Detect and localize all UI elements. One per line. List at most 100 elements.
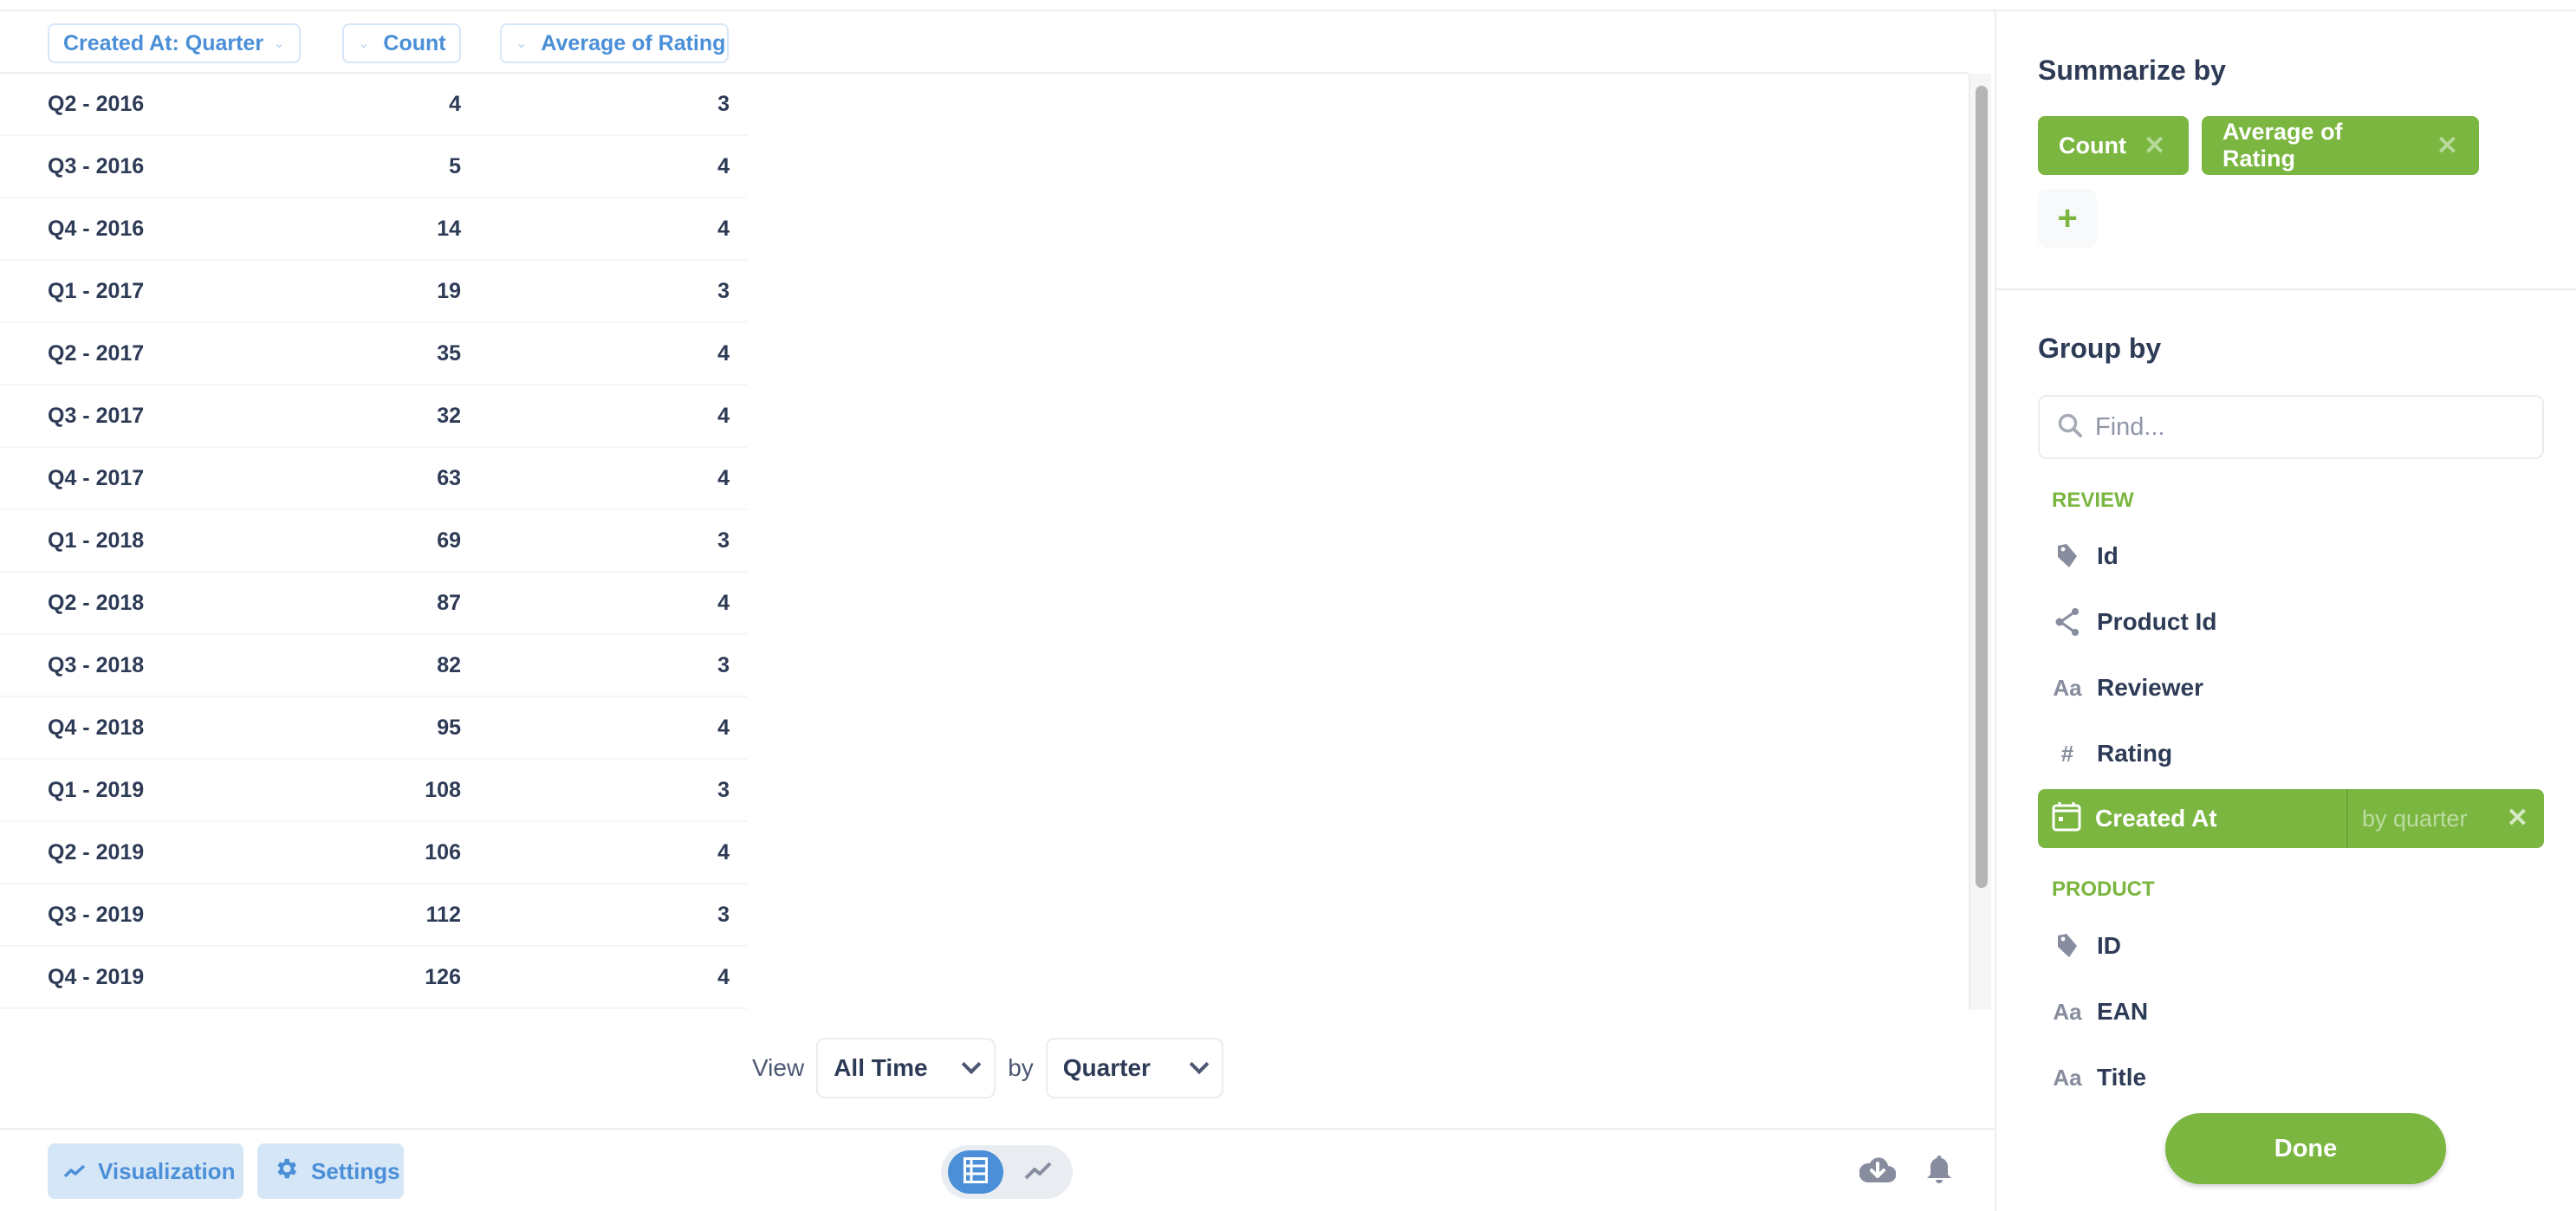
cell-average-rating[interactable]: 4 (717, 448, 730, 508)
cell-average-rating[interactable]: 3 (717, 510, 730, 571)
cell-quarter[interactable]: Q1 - 2017 (48, 261, 144, 321)
chart-view-button[interactable] (1021, 1157, 1055, 1187)
cell-count[interactable]: 87 (437, 573, 461, 633)
cell-average-rating[interactable]: 4 (717, 385, 730, 446)
line-chart-icon (1024, 1160, 1052, 1185)
cell-average-rating[interactable]: 4 (717, 697, 730, 758)
cell-average-rating[interactable]: 4 (717, 947, 730, 1007)
download-icon[interactable] (1859, 1156, 1897, 1188)
cell-count[interactable]: 35 (437, 323, 461, 384)
close-icon[interactable]: ✕ (2436, 131, 2458, 161)
summarize-title: Summarize by (2038, 55, 2226, 86)
period-select-value: All Time (834, 1054, 928, 1081)
cell-quarter[interactable]: Q4 - 2019 (48, 947, 144, 1007)
group-by-title: Group by (2038, 333, 2162, 364)
cell-quarter[interactable]: Q4 - 2017 (48, 448, 144, 508)
cell-quarter[interactable]: Q2 - 2016 (48, 74, 144, 134)
cell-count[interactable]: 112 (426, 884, 461, 945)
period-select[interactable]: All Time (816, 1038, 996, 1098)
group-field-rating[interactable]: # Rating (2052, 732, 2172, 775)
aggregation-label: Count (2059, 132, 2126, 159)
cell-count[interactable]: 108 (425, 760, 461, 820)
cell-quarter[interactable]: Q3 - 2018 (48, 635, 144, 696)
done-button[interactable]: Done (2165, 1113, 2446, 1184)
group-field-title[interactable]: Aa Title (2052, 1056, 2146, 1099)
cell-quarter[interactable]: Q4 - 2016 (48, 198, 144, 259)
close-icon[interactable]: ✕ (2144, 131, 2165, 161)
column-header-average-rating[interactable]: ⌄ Average of Rating (500, 23, 729, 63)
cell-average-rating[interactable]: 4 (717, 323, 730, 384)
cell-average-rating[interactable]: 3 (717, 74, 730, 134)
scrollbar-thumb[interactable] (1976, 86, 1988, 888)
group-field-ean[interactable]: Aa EAN (2052, 990, 2148, 1033)
number-icon: # (2060, 740, 2074, 767)
group-field-reviewer[interactable]: Aa Reviewer (2052, 666, 2203, 709)
field-label: Created At (2095, 805, 2217, 832)
cell-average-rating[interactable]: 3 (717, 261, 730, 321)
section-divider (1996, 288, 2576, 290)
group-field-product-id-pk[interactable]: ID (2052, 924, 2121, 968)
table-row: Q2 - 2017 35 4 (0, 323, 747, 385)
cell-quarter[interactable]: Q3 - 2019 (48, 884, 144, 945)
group-field-id[interactable]: Id (2052, 534, 2119, 578)
settings-button[interactable]: Settings (257, 1143, 404, 1199)
calendar-icon (2052, 800, 2081, 838)
cell-count[interactable]: 126 (425, 947, 461, 1007)
cell-average-rating[interactable]: 3 (717, 760, 730, 820)
column-header-label: Count (383, 30, 446, 55)
cell-count[interactable]: 4 (449, 74, 461, 134)
binning-option[interactable]: by quarter (2362, 789, 2468, 848)
cell-average-rating[interactable]: 3 (717, 884, 730, 945)
table-row: Q2 - 2019 106 4 (0, 822, 747, 884)
view-controls: View All Time by Quarter (752, 1038, 1223, 1098)
cell-count[interactable]: 63 (437, 448, 461, 508)
cell-count[interactable]: 32 (437, 385, 461, 446)
cell-count[interactable]: 95 (437, 697, 461, 758)
cell-average-rating[interactable]: 3 (717, 635, 730, 696)
table-scrollbar[interactable] (1969, 74, 1991, 1010)
cell-count[interactable]: 14 (437, 198, 461, 259)
cell-average-rating[interactable]: 4 (717, 136, 730, 197)
table-row: Q1 - 2017 19 3 (0, 261, 747, 323)
bottom-toolbar: Visualization Settings (0, 1128, 1995, 1211)
field-label: ID (2097, 932, 2121, 959)
cell-quarter[interactable]: Q2 - 2019 (48, 822, 144, 883)
cell-average-rating[interactable]: 4 (717, 573, 730, 633)
column-header-count[interactable]: ⌄ Count (342, 23, 461, 63)
cell-quarter[interactable]: Q3 - 2017 (48, 385, 144, 446)
table-view-button[interactable] (948, 1150, 1003, 1194)
granularity-select[interactable]: Quarter (1045, 1038, 1223, 1098)
visualization-button[interactable]: Visualization (48, 1143, 243, 1199)
add-aggregation-button[interactable]: + (2038, 189, 2097, 248)
section-label-review: REVIEW (2052, 489, 2134, 512)
field-label: Id (2097, 542, 2119, 569)
settings-label: Settings (311, 1157, 400, 1184)
column-header-label: Average of Rating (541, 30, 726, 55)
granularity-select-value: Quarter (1062, 1054, 1151, 1081)
top-border (0, 0, 2576, 11)
text-icon: Aa (2053, 674, 2082, 701)
group-field-product-id[interactable]: Product Id (2052, 600, 2216, 644)
cell-quarter[interactable]: Q1 - 2019 (48, 760, 144, 820)
cell-quarter[interactable]: Q2 - 2018 (48, 573, 144, 633)
cell-average-rating[interactable]: 4 (717, 822, 730, 883)
group-field-created-at-selected[interactable]: Created At by quarter ✕ (2038, 789, 2544, 848)
aggregation-pill-average-rating[interactable]: Average of Rating ✕ (2202, 116, 2479, 175)
cell-average-rating[interactable]: 4 (717, 198, 730, 259)
cell-quarter[interactable]: Q1 - 2018 (48, 510, 144, 571)
table-row: Q3 - 2018 82 3 (0, 635, 747, 697)
main-area: Created At: Quarter ⌄ ⌄ Count ⌄ Average … (0, 11, 1995, 1211)
cell-quarter[interactable]: Q4 - 2018 (48, 697, 144, 758)
find-input[interactable] (2095, 412, 2511, 442)
close-icon[interactable]: ✕ (2507, 789, 2528, 848)
cell-count[interactable]: 106 (425, 822, 461, 883)
cell-quarter[interactable]: Q2 - 2017 (48, 323, 144, 384)
cell-count[interactable]: 69 (437, 510, 461, 571)
cell-quarter[interactable]: Q3 - 2016 (48, 136, 144, 197)
bell-icon[interactable] (1925, 1154, 1953, 1189)
cell-count[interactable]: 19 (437, 261, 461, 321)
column-header-created-at[interactable]: Created At: Quarter ⌄ (48, 23, 301, 63)
aggregation-pill-count[interactable]: Count ✕ (2038, 116, 2189, 175)
cell-count[interactable]: 5 (449, 136, 461, 197)
cell-count[interactable]: 82 (437, 635, 461, 696)
